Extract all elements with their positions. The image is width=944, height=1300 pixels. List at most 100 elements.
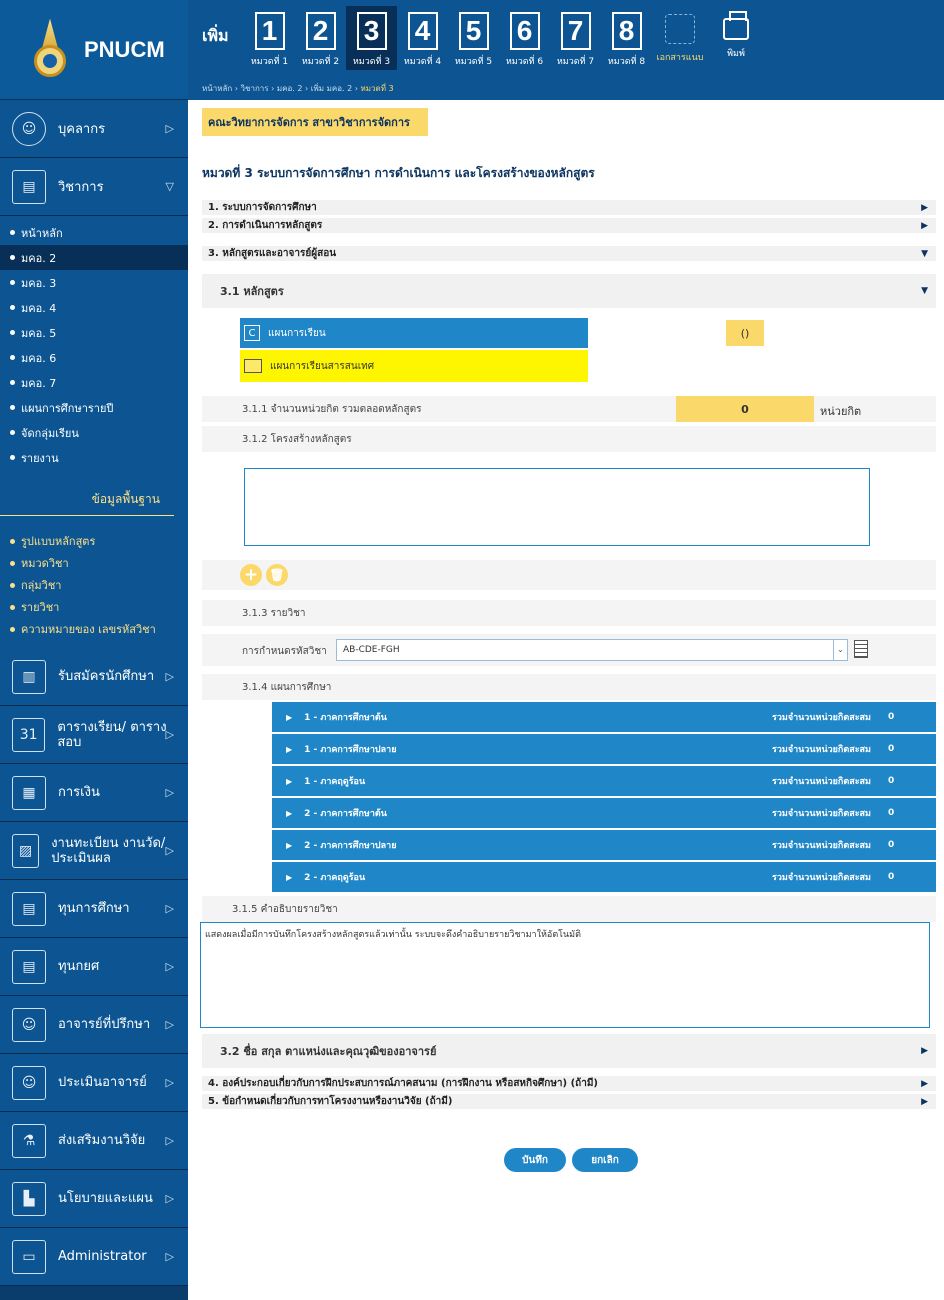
term-label: 2 - ภาคการศึกษาปลาย — [286, 838, 396, 852]
section-title: 3. หลักสูตรและอาจารย์ผู้สอน — [208, 248, 337, 259]
delete-button[interactable]: 🗑 — [266, 564, 288, 586]
flask-icon: ⚗ — [12, 1123, 46, 1158]
step-label: หมวดที่ 3 — [352, 57, 391, 67]
expand-right-icon: ▶ — [921, 1078, 928, 1089]
basic-data-item[interactable]: กลุ่มวิชา — [0, 574, 188, 596]
menu-module[interactable]: 31 ตารางเรียน/ ตารางสอบ ▷ — [0, 706, 188, 764]
term-row[interactable]: 2 - ภาคการศึกษาปลาย รวมจำนวนหน่วยกิตสะสม 0 — [272, 830, 936, 860]
menu-label: Administrator — [58, 1249, 147, 1264]
step-8[interactable]: 8 หมวดที่ 8 — [601, 6, 652, 70]
menu-module[interactable]: ▤ ทุนการศึกษา ▷ — [0, 880, 188, 938]
breadcrumb-path[interactable]: หน้าหลัก › วิชาการ › มคอ. 2 › เพิ่ม มคอ.… — [202, 84, 358, 93]
chevron-right-icon: ▷ — [165, 1018, 174, 1031]
step-1[interactable]: 1 หมวดที่ 1 — [244, 6, 295, 70]
menu-module[interactable]: ▤ ทุนกยศ ▷ — [0, 938, 188, 996]
menu-personnel[interactable]: ☺ บุคลากร ▷ — [0, 100, 188, 158]
submenu-item[interactable]: มคอ. 6 — [0, 345, 188, 370]
section-3-header[interactable]: 3. หลักสูตรและอาจารย์ผู้สอน ▼ — [202, 246, 936, 262]
basic-data-item[interactable]: ความหมายของ เลขรหัสวิชา — [0, 618, 188, 640]
menu-module[interactable]: ▥ รับสมัครนักศึกษา ▷ — [0, 648, 188, 706]
course-code-select[interactable]: AB-CDE-FGH ⌄ — [336, 639, 848, 661]
step-toolbar: เพิ่ม 1 หมวดที่ 1 2 หมวดที่ 2 3 หมวดที่ 3 4… — [188, 0, 944, 100]
policy-icon: ▙ — [12, 1181, 46, 1216]
term-row[interactable]: 2 - ภาคฤดูร้อน รวมจำนวนหน่วยกิตสะสม 0 — [272, 862, 936, 892]
chevron-right-icon: ▷ — [165, 728, 174, 741]
submenu-item[interactable]: จัดกลุ่มเรียน — [0, 420, 188, 445]
print-button[interactable]: พิมพ์ — [708, 6, 764, 70]
term-accumulated-label: รวมจำนวนหน่วยกิตสะสม — [772, 745, 871, 755]
section-5-header[interactable]: 5. ข้อกำหนดเกี่ยวกับการทาโครงงานหรืองานว… — [202, 1094, 936, 1110]
submenu-item[interactable]: มคอ. 7 — [0, 370, 188, 395]
term-row[interactable]: 1 - ภาคการศึกษาต้น รวมจำนวนหน่วยกิตสะสม 0 — [272, 702, 936, 732]
term-row[interactable]: 1 - ภาคฤดูร้อน รวมจำนวนหน่วยกิตสะสม 0 — [272, 766, 936, 796]
menu-label: ส่งเสริมงานวิจัย — [58, 1133, 146, 1148]
submenu-item-active[interactable]: มคอ. 2 — [0, 245, 188, 270]
expand-right-icon: ▶ — [921, 1096, 928, 1107]
logo[interactable]: PNUCM — [0, 0, 188, 100]
menu-module[interactable]: ⚗ ส่งเสริมงานวิจัย ▷ — [0, 1112, 188, 1170]
chevron-right-icon: ▷ — [165, 670, 174, 683]
section-title: 5. ข้อกำหนดเกี่ยวกับการทาโครงงานหรืองานว… — [208, 1096, 453, 1107]
attachment-tab[interactable]: เอกสารแนบ — [652, 6, 708, 70]
step-label: หมวดที่ 6 — [505, 57, 544, 67]
breadcrumb: หน้าหลัก › วิชาการ › มคอ. 2 › เพิ่ม มคอ.… — [202, 82, 394, 95]
term-label: 1 - ภาคการศึกษาต้น — [286, 710, 387, 724]
term-row[interactable]: 1 - ภาคการศึกษาปลาย รวมจำนวนหน่วยกิตสะสม 0 — [272, 734, 936, 764]
attachment-icon — [665, 14, 695, 44]
menu-label: รับสมัครนักศึกษา — [58, 669, 155, 684]
step-6[interactable]: 6 หมวดที่ 6 — [499, 6, 550, 70]
structure-textarea[interactable] — [244, 468, 870, 546]
menu-label: ทุนการศึกษา — [58, 901, 130, 916]
add-button[interactable]: + — [240, 564, 262, 586]
step-5[interactable]: 5 หมวดที่ 5 — [448, 6, 499, 70]
plan-item[interactable]: C แผนการเรียน — [240, 318, 588, 348]
academic-submenu: หน้าหลัก มคอ. 2 มคอ. 3 มคอ. 4 มคอ. 5 มคอ… — [0, 216, 188, 480]
menu-module[interactable]: ▦ การเงิน ▷ — [0, 764, 188, 822]
term-label: 2 - ภาคฤดูร้อน — [286, 870, 365, 884]
plan-label: แผนการเรียน — [268, 327, 326, 339]
menu-module[interactable]: ▨ งานทะเบียน งานวัด/ประเมินผล ▷ — [0, 822, 188, 880]
subsection-3-2-header[interactable]: 3.2 ชื่อ สกุล ตาแหน่งและคุณวุฒิของอาจารย… — [202, 1034, 936, 1068]
basic-data-section: ข้อมูลพื้นฐาน รูปแบบหลักสูตร หมวดวิชา กล… — [0, 480, 188, 648]
submenu-item[interactable]: มคอ. 5 — [0, 320, 188, 345]
save-button[interactable]: บันทึก — [504, 1148, 566, 1172]
term-row[interactable]: 2 - ภาคการศึกษาต้น รวมจำนวนหน่วยกิตสะสม 0 — [272, 798, 936, 828]
step-7[interactable]: 7 หมวดที่ 7 — [550, 6, 601, 70]
chevron-right-icon: ▷ — [165, 1192, 174, 1205]
step-4[interactable]: 4 หมวดที่ 4 — [397, 6, 448, 70]
term-accumulated-label: รวมจำนวนหน่วยกิตสะสม — [772, 713, 871, 723]
menu-module[interactable]: ☺ ประเมินอาจารย์ ▷ — [0, 1054, 188, 1112]
basic-data-item[interactable]: หมวดวิชา — [0, 552, 188, 574]
courses-row: 3.1.3 รายวิชา — [202, 600, 936, 626]
description-textarea[interactable]: แสดงผลเมื่อมีการบันทึกโครงสร้างหลักสูตรแ… — [200, 922, 930, 1028]
collapse-down-icon: ▼ — [921, 286, 928, 296]
study-plan-row: 3.1.4 แผนการศึกษา — [202, 674, 936, 700]
menu-module[interactable]: ▙ นโยบายและแผน ▷ — [0, 1170, 188, 1228]
submenu-item[interactable]: แผนการศึกษารายปี — [0, 395, 188, 420]
submenu-item[interactable]: หน้าหลัก — [0, 220, 188, 245]
submenu-item[interactable]: มคอ. 3 — [0, 270, 188, 295]
menu-academic[interactable]: ▤ วิชาการ ▽ — [0, 158, 188, 216]
term-accumulated-value: 0 — [888, 712, 895, 722]
basic-data-item[interactable]: รายวิชา — [0, 596, 188, 618]
term-accumulated-label: รวมจำนวนหน่วยกิตสะสม — [772, 809, 871, 819]
step-3[interactable]: 3 หมวดที่ 3 — [346, 6, 397, 70]
cancel-button[interactable]: ยกเลิก — [572, 1148, 638, 1172]
menu-module[interactable]: ☺ อาจารย์ที่ปรึกษา ▷ — [0, 996, 188, 1054]
basic-data-item[interactable]: รูปแบบหลักสูตร — [0, 530, 188, 552]
section-1-header[interactable]: 1. ระบบการจัดการศึกษา ▶ — [202, 200, 936, 216]
section-2-header[interactable]: 2. การดำเนินการหลักสูตร ▶ — [202, 218, 936, 234]
section-4-header[interactable]: 4. องค์ประกอบเกี่ยวกับการฝึกประสบการณ์ภา… — [202, 1076, 936, 1092]
step-label: หมวดที่ 4 — [403, 57, 442, 67]
step-2[interactable]: 2 หมวดที่ 2 — [295, 6, 346, 70]
plan-item-selected[interactable]: แผนการเรียนสารสนเทศ — [240, 350, 588, 382]
loan-icon: ▤ — [12, 949, 46, 984]
term-accumulated-label: รวมจำนวนหน่วยกิตสะสม — [772, 777, 871, 787]
document-icon[interactable] — [854, 640, 868, 658]
chevron-right-icon: ▷ — [165, 122, 174, 135]
monitor-icon: ▭ — [12, 1239, 46, 1274]
submenu-item[interactable]: รายงาน — [0, 445, 188, 470]
submenu-item[interactable]: มคอ. 4 — [0, 295, 188, 320]
menu-module[interactable]: ▭ Administrator ▷ — [0, 1228, 188, 1286]
subsection-3-1-header[interactable]: 3.1 หลักสูตร ▼ — [202, 274, 936, 308]
